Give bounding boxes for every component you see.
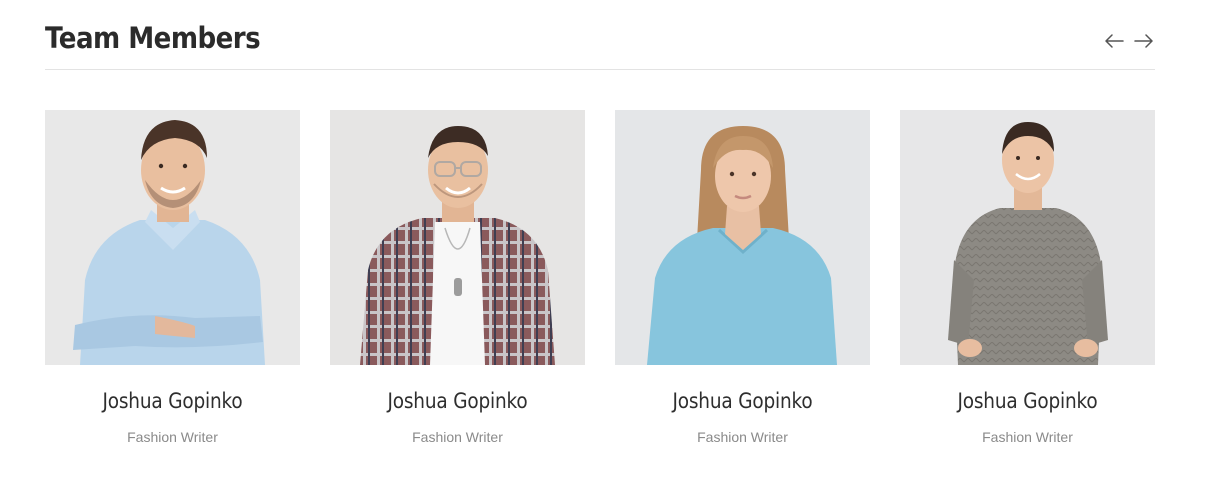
member-name[interactable]: Joshua Gopinko	[630, 387, 854, 415]
carousel-nav	[1103, 30, 1155, 52]
arrow-left-icon	[1105, 34, 1124, 48]
section-title: Team Members	[45, 21, 261, 55]
member-role: Fashion Writer	[412, 429, 503, 445]
member-role: Fashion Writer	[697, 429, 788, 445]
member-name[interactable]: Joshua Gopinko	[345, 387, 569, 415]
team-card[interactable]: Joshua Gopinko Fashion Writer	[615, 110, 870, 447]
team-card[interactable]: Joshua Gopinko Fashion Writer	[330, 110, 585, 447]
member-photo[interactable]	[330, 110, 585, 365]
member-name[interactable]: Joshua Gopinko	[915, 387, 1139, 415]
member-photo[interactable]	[45, 110, 300, 365]
team-members-section: Team Members Joshua Gopinko Fashion Writ…	[45, 0, 1155, 445]
section-header: Team Members	[45, 0, 1155, 70]
member-name[interactable]: Joshua Gopinko	[60, 387, 284, 415]
prev-button[interactable]	[1103, 30, 1125, 52]
arrow-right-icon	[1134, 34, 1153, 48]
member-photo[interactable]	[900, 110, 1155, 365]
team-card[interactable]: Joshua Gopinko Fashion Writer	[900, 110, 1155, 447]
next-button[interactable]	[1133, 30, 1155, 52]
team-card[interactable]: Joshua Gopinko Fashion Writer	[45, 110, 300, 447]
member-photo[interactable]	[615, 110, 870, 365]
member-role: Fashion Writer	[982, 429, 1073, 445]
member-role: Fashion Writer	[127, 429, 218, 445]
team-cards: Joshua Gopinko Fashion Writer Joshua Gop…	[45, 110, 1155, 447]
